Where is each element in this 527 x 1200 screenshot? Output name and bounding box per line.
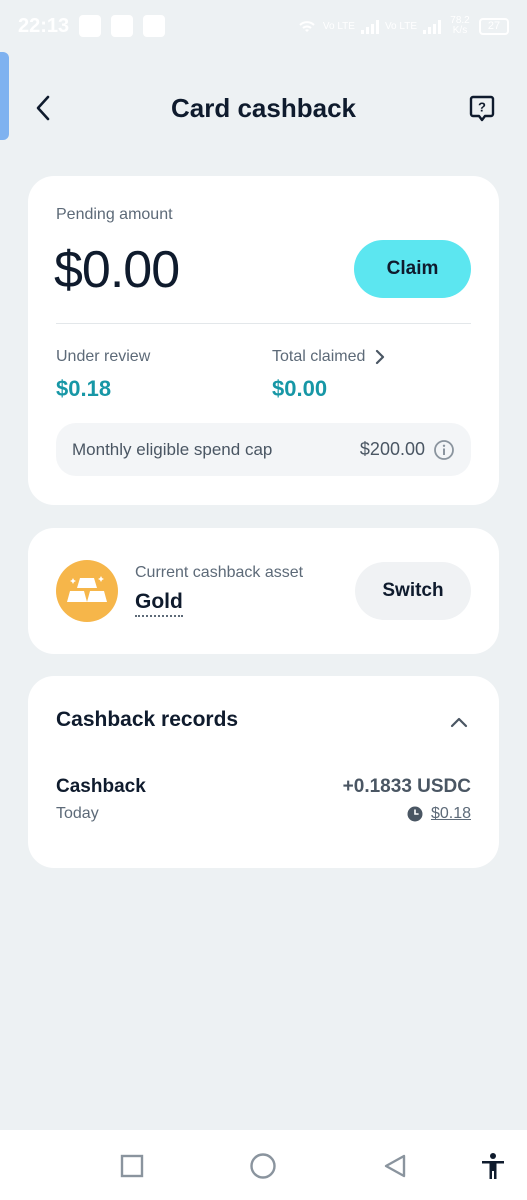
- status-indicators: Vo LTE Vo LTE 78.2 K/s 27: [297, 16, 509, 36]
- under-review-value: $0.18: [56, 376, 112, 401]
- help-button[interactable]: ?: [467, 94, 497, 124]
- total-claimed-row: Total claimed: [272, 348, 385, 366]
- records-title: Cashback records: [56, 708, 239, 731]
- network-speed: 78.2 K/s: [450, 15, 470, 36]
- info-icon[interactable]: [433, 439, 455, 461]
- chevron-left-icon: [36, 95, 50, 121]
- record-date: Today: [56, 805, 99, 822]
- triangle-back-icon: [384, 1154, 406, 1178]
- recent-apps-button[interactable]: [118, 1152, 146, 1180]
- record-fiat-row: $0.18: [407, 805, 471, 823]
- divider: [56, 323, 471, 324]
- total-claimed-label: Total claimed: [272, 348, 366, 365]
- notification-icon: [79, 15, 102, 37]
- switch-asset-button[interactable]: Switch: [355, 562, 471, 620]
- carrier-label: Vo LTE: [384, 20, 417, 32]
- home-button[interactable]: [249, 1152, 277, 1180]
- system-nav-bar: [0, 1130, 527, 1200]
- chevron-up-icon: [450, 717, 468, 728]
- under-review-label: Under review: [56, 348, 151, 365]
- back-button[interactable]: [28, 92, 58, 124]
- battery-icon: 27: [479, 17, 509, 35]
- circle-icon: [250, 1153, 276, 1179]
- under-review-stat: Under review $0.18: [56, 348, 150, 402]
- spend-cap-value: $200.00: [359, 439, 425, 459]
- notification-icon: [143, 15, 166, 37]
- square-icon: [120, 1154, 144, 1178]
- record-amount: +0.1833 USDC: [342, 776, 471, 797]
- record-fiat-value: $0.18: [430, 805, 471, 822]
- wifi-icon: [299, 21, 315, 32]
- pending-card: Pending amount $0.00 Claim Under review …: [28, 176, 499, 505]
- claim-button[interactable]: Claim: [354, 240, 471, 298]
- signal-icon: [423, 18, 441, 34]
- svg-text:?: ?: [478, 100, 486, 115]
- help-bubble-icon: ?: [469, 95, 495, 122]
- accessibility-icon: [482, 1153, 504, 1179]
- outlook-icon: [111, 15, 134, 37]
- spend-cap-label: Monthly eligible spend cap: [72, 439, 273, 459]
- gold-bars-icon: [56, 560, 118, 622]
- status-time: 22:13: [18, 14, 70, 37]
- total-claimed-value: $0.00: [272, 376, 328, 401]
- carrier-label: Vo LTE: [322, 20, 355, 32]
- record-name: Cashback: [56, 776, 146, 797]
- signal-icon: [360, 18, 379, 34]
- back-nav-button[interactable]: [381, 1152, 409, 1180]
- status-bar: 22:13 Vo LTE Vo LTE 78.2 K/s 27: [0, 0, 527, 52]
- asset-label: Current cashback asset: [135, 564, 304, 581]
- accessibility-button[interactable]: [479, 1152, 507, 1180]
- cashback-asset-card: Current cashback asset Gold Switch: [28, 528, 499, 654]
- page-title: Card cashback: [171, 92, 356, 123]
- chevron-right-icon: [376, 349, 385, 365]
- cashback-records-card: Cashback records Cashback Today +0.1833 …: [28, 676, 499, 868]
- total-claimed-stat[interactable]: Total claimed $0.00: [272, 348, 385, 402]
- asset-name[interactable]: Gold: [135, 590, 183, 617]
- collapse-button[interactable]: [447, 710, 471, 734]
- clock-icon: [407, 806, 423, 822]
- header: Card cashback ?: [0, 76, 527, 140]
- spend-cap-row: Monthly eligible spend cap $200.00: [56, 423, 471, 476]
- pending-label: Pending amount: [56, 206, 173, 223]
- pending-amount: $0.00: [54, 241, 180, 299]
